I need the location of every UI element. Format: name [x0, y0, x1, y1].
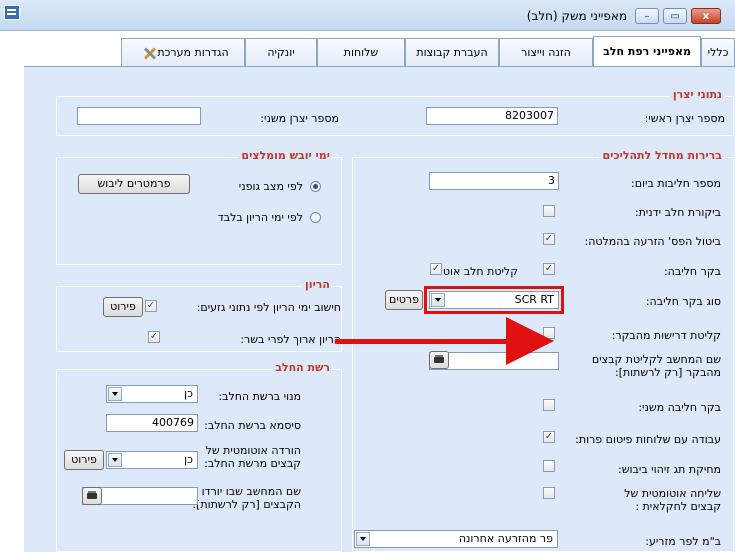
annotation-arrow-head — [506, 317, 554, 365]
sire-label: ב"מ לפר מזריע: — [645, 535, 721, 548]
radio-body-condition-label: לפי מצב גופני — [238, 180, 303, 193]
group-title: רשת החלב — [272, 361, 333, 374]
controller-details-button[interactable]: פרטים — [385, 290, 423, 310]
producer-main-input[interactable]: 8203007 — [426, 107, 558, 125]
long-pregnancy-label: הריון ארוך לפרי בשר: — [240, 333, 341, 346]
tab-group-transfer[interactable]: העברת קבוצות — [405, 38, 499, 66]
pregnancy-detail-button[interactable]: פירוט — [103, 297, 143, 317]
producer-secondary-label: מספר יצרן משני: — [260, 112, 339, 125]
window-title: מאפייני משק (חלב) — [526, 9, 627, 23]
computer-icon[interactable] — [82, 487, 102, 505]
producer-main-label: מספר יצרן ראשי: — [644, 112, 725, 125]
tab-label: יונקיה — [267, 46, 295, 59]
tab-label: הגדרות מערכת — [157, 46, 229, 59]
auto-milk-label: קליטת חלב אוט': — [436, 265, 518, 278]
tab-label: כללי — [707, 46, 729, 59]
producer-secondary-input[interactable] — [77, 107, 201, 125]
long-pregnancy-checkbox[interactable]: ✓ — [148, 331, 160, 343]
sire-value: פר מהזרעה אחרונה — [458, 532, 553, 545]
tab-system-settings[interactable]: הגדרות מערכת — [121, 38, 245, 66]
milk-net-detail-button[interactable]: פירוט — [64, 450, 104, 470]
erase-tag-label: מחיקת תג זיהוי ביבוש: — [618, 463, 721, 476]
dry-params-button[interactable]: פרמטרים ליבוש — [78, 174, 190, 194]
milkings-input[interactable]: 3 — [429, 172, 559, 190]
sire-select[interactable]: פר מהזרעה אחרונה — [354, 530, 558, 548]
tab-label: העברת קבוצות — [416, 46, 488, 59]
auto-milk-checkbox[interactable]: ✓ — [430, 263, 442, 275]
maximize-button[interactable]: ▭ — [663, 8, 687, 24]
subscriber-select[interactable]: כן — [106, 385, 198, 403]
radio-body-condition[interactable] — [310, 181, 321, 192]
milk-net-computer-label: שם המחשב שבו יורדו הקבצים [רק לרשתות]: — [192, 485, 301, 511]
tab-label: מאפייני רפת חלב — [603, 45, 691, 58]
tools-icon — [141, 46, 157, 60]
radio-pregnancy-days[interactable] — [310, 212, 321, 223]
chevron-down-icon[interactable] — [108, 387, 122, 401]
tab-general[interactable]: כללי — [701, 38, 735, 66]
chevron-down-icon[interactable] — [356, 532, 370, 546]
tab-label: הזנה וייצור — [521, 46, 571, 59]
pregnancy-calc-checkbox[interactable]: ✓ — [145, 300, 157, 312]
controller-demands-label: קליטת דרישות מהבקר: — [611, 329, 721, 342]
tab-label: שלוחות — [343, 46, 379, 59]
minimize-button[interactable]: – — [635, 8, 659, 24]
manual-check-label: ביקורת חלב ידנית: — [634, 206, 721, 219]
password-input[interactable]: 400769 — [106, 414, 198, 432]
controller-computer-label: שם המחשב לקליטת קבצים מהבקר [רק לרשתות]: — [591, 353, 721, 379]
group-title: ברירות מחדל לתהליכים — [599, 149, 725, 162]
radio-pregnancy-days-label: לפי ימי הריון בלבד — [217, 211, 303, 224]
group-title: נתוני יצרן — [669, 88, 725, 101]
auto-send-label: שליחה אוטומטית של קבצים לחקלאית : — [624, 487, 721, 513]
milking-controller-checkbox[interactable]: ✓ — [543, 263, 555, 275]
app-icon — [4, 5, 20, 20]
password-label: סיסמא ברשת החלב: — [204, 419, 301, 432]
group-title: ימי יובש מומלצים — [238, 149, 333, 162]
chevron-down-icon[interactable] — [108, 453, 122, 467]
cancel-insemination-checkbox[interactable]: ✓ — [543, 233, 555, 245]
annotation-arrow-line — [335, 339, 515, 344]
close-button[interactable]: x — [691, 8, 721, 24]
auto-download-select[interactable]: כן — [106, 451, 198, 469]
feeding-branches-checkbox[interactable]: ✓ — [543, 431, 555, 443]
controller-type-label: סוג בקר חליבה: — [645, 295, 721, 308]
tab-content: נתוני יצרן מספר יצרן ראשי: 8203007 מספר … — [24, 66, 735, 552]
secondary-controller-label: בקר חליבה משני: — [638, 401, 721, 414]
tab-milk-dairy[interactable]: מאפייני רפת חלב — [593, 36, 701, 66]
tab-branches[interactable]: שלוחות — [317, 38, 405, 66]
pregnancy-calc-label: חישוב ימי הריון לפי נתוני גזעים: — [196, 301, 341, 314]
auto-download-value: כן — [184, 453, 193, 466]
subscriber-value: כן — [184, 387, 193, 400]
milking-controller-label: בקר חליבה: — [663, 265, 721, 278]
subscriber-label: מנוי ברשת החלב: — [218, 390, 301, 403]
tab-strip: כללי מאפייני רפת חלב הזנה וייצור העברת ק… — [24, 36, 735, 66]
highlight-box — [424, 286, 564, 314]
tab-feeding[interactable]: הזנה וייצור — [499, 38, 593, 66]
feeding-branches-label: עבודה עם שלוחות פיטום פרות: — [575, 433, 721, 446]
tab-nursery[interactable]: יונקיה — [245, 38, 317, 66]
auto-download-label: הורדה אוטומטית של קבצים מרשת החלב: — [204, 444, 301, 470]
manual-check-checkbox[interactable] — [543, 205, 555, 217]
computer-icon[interactable] — [429, 351, 449, 369]
auto-send-checkbox[interactable] — [543, 487, 555, 499]
secondary-controller-checkbox[interactable] — [543, 399, 555, 411]
milkings-label: מספר חליבות ביום: — [631, 177, 721, 190]
cancel-insemination-label: ביטול הפס' הזרעה בהמלטה: — [584, 235, 721, 248]
group-title: הריון — [302, 278, 333, 291]
erase-tag-checkbox[interactable] — [543, 460, 555, 472]
title-bar: x ▭ – מאפייני משק (חלב) — [0, 0, 735, 31]
